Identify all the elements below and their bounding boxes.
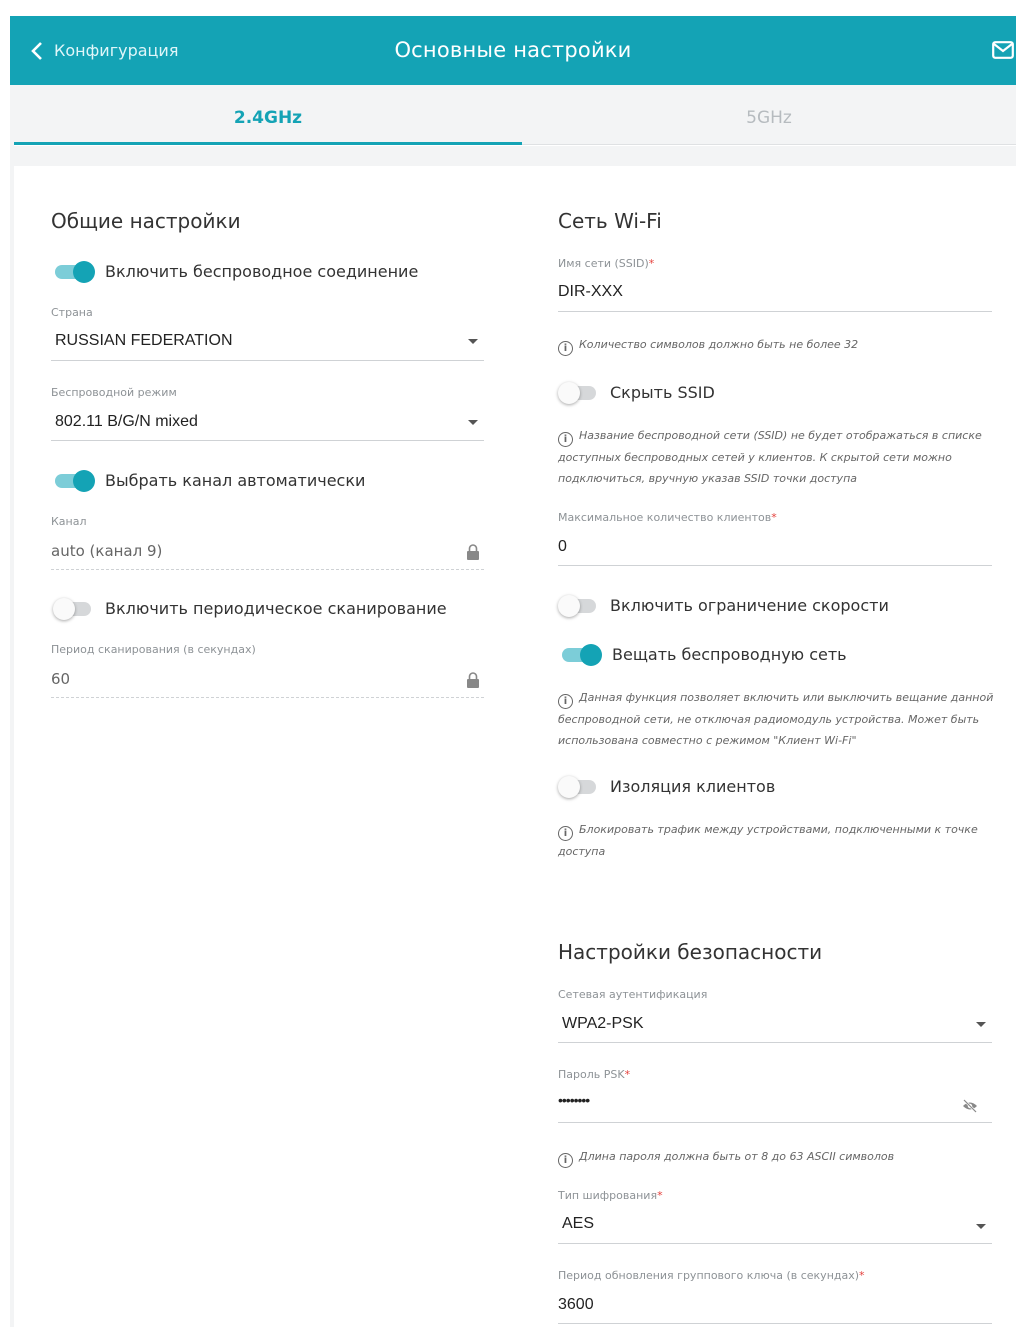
ssid-value: DIR-XXX [558,283,623,300]
client-isolation-toggle[interactable]: Изоляция клиентов [558,775,776,798]
page-edge [10,85,14,1327]
required-mark: * [624,1068,631,1081]
wireless-mode-label: Беспроводной режим [51,386,177,399]
caret-down-icon [976,1022,986,1027]
auto-channel-label: Выбрать канал автоматически [105,471,366,490]
info-icon: i [558,432,573,447]
info-icon: i [558,826,573,841]
periodic-scan-label: Включить периодическое сканирование [105,599,447,618]
country-select[interactable]: Страна RUSSIAN FEDERATION [51,306,484,361]
page-title: Основные настройки [394,38,632,62]
max-clients-label: Максимальное количество клиентов [558,511,772,524]
tabs-spacer [14,146,1016,166]
tab-2-4ghz[interactable]: 2.4GHz [14,85,522,145]
country-label: Страна [51,306,93,319]
required-mark: * [648,257,655,270]
tab-5ghz[interactable]: 5GHz [522,85,1016,145]
broadcast-label: Вещать беспроводную сеть [612,645,847,664]
hide-ssid-toggle[interactable]: Скрыть SSID [558,381,715,404]
header-bar: Конфигурация Основные настройки [10,16,1016,85]
security-settings-title: Настройки безопасности [558,940,823,964]
enable-wireless-label: Включить беспроводное соединение [105,262,419,281]
ssid-input[interactable]: Имя сети (SSID)* DIR-XXX [558,257,992,312]
hide-ssid-hint: i Название беспроводной сети (SSID) не бу… [558,429,982,485]
auth-select[interactable]: Сетевая аутентификация WPA2-PSK [558,988,992,1043]
caret-down-icon [468,420,478,425]
rate-limit-label: Включить ограничение скорости [610,596,889,615]
psk-password-input[interactable]: Пароль PSK* •••••••• [558,1068,992,1123]
wifi-network-title: Сеть Wi-Fi [558,209,662,233]
periodic-scan-toggle[interactable]: Включить периодическое сканирование [53,597,447,620]
info-icon: i [558,1153,573,1168]
scan-period-value: 60 [51,670,71,688]
channel-label: Канал [51,515,87,528]
broadcast-hint: i Данная функция позволяет включить или в… [558,691,994,747]
required-mark: * [859,1269,865,1282]
group-key-input[interactable]: Период обновления группового ключа (в се… [558,1269,992,1324]
auth-value: WPA2-PSK [562,1015,644,1032]
channel-value: auto (канал 9) [51,542,163,560]
broadcast-toggle[interactable]: Вещать беспроводную сеть [562,643,847,666]
group-key-label: Период обновления группового ключа (в се… [558,1269,860,1282]
channel-field: Канал auto (канал 9) [51,515,484,570]
enable-wireless-toggle[interactable]: Включить беспроводное соединение [55,260,419,283]
eye-off-icon[interactable] [962,1099,978,1113]
encryption-value: AES [562,1215,595,1232]
ssid-label: Имя сети (SSID) [558,257,649,270]
lock-icon [467,672,479,688]
auto-channel-toggle[interactable]: Выбрать канал автоматически [55,469,366,492]
general-settings-title: Общие настройки [51,209,241,233]
auth-label: Сетевая аутентификация [558,988,708,1001]
hide-ssid-label: Скрыть SSID [610,383,715,402]
caret-down-icon [976,1224,986,1229]
info-icon: i [558,694,573,709]
required-mark: * [657,1189,663,1202]
client-isolation-hint: i Блокировать трафик между устройствами, … [558,823,978,858]
scan-period-field: Период сканирования (в секундах) 60 [51,643,484,698]
encryption-select[interactable]: Тип шифрования* AES [558,1189,992,1244]
info-icon: i [558,341,573,356]
rate-limit-toggle[interactable]: Включить ограничение скорости [558,594,889,617]
max-clients-input[interactable]: Максимальное количество клиентов* 0 [558,511,992,566]
max-clients-value: 0 [558,538,567,555]
band-tabs: 2.4GHz 5GHz [14,85,1016,145]
client-isolation-label: Изоляция клиентов [610,777,776,796]
mail-icon[interactable] [992,41,1014,59]
country-value: RUSSIAN FEDERATION [55,332,233,349]
required-mark: * [771,511,777,524]
group-key-value: 3600 [558,1296,594,1313]
wireless-mode-value: 802.11 B/G/N mixed [55,413,198,430]
psk-hint: i Длина пароля должна быть от 8 до 63 ASC… [558,1146,992,1168]
wireless-mode-select[interactable]: Беспроводной режим 802.11 B/G/N mixed [51,386,484,441]
encryption-label: Тип шифрования [558,1189,658,1202]
ssid-hint: i Количество символов должно быть не боле… [558,334,992,356]
lock-icon [467,544,479,560]
psk-label: Пароль PSK [558,1068,625,1081]
psk-value: •••••••• [558,1092,590,1108]
caret-down-icon [468,339,478,344]
scan-period-label: Период сканирования (в секундах) [51,643,256,656]
